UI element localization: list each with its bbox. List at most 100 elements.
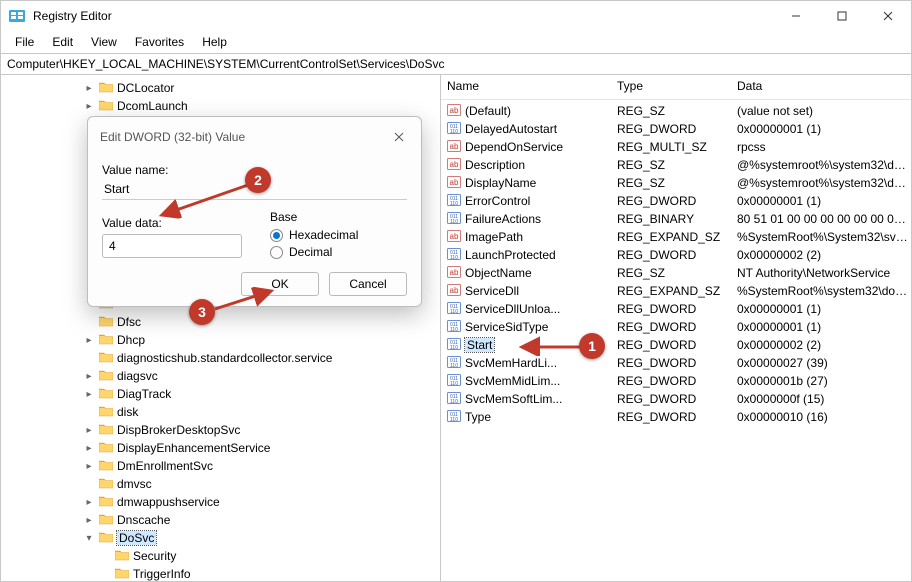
folder-icon	[97, 513, 117, 528]
value-type-icon: 011110	[447, 337, 461, 354]
value-type: REG_SZ	[617, 176, 737, 190]
tree-item[interactable]: ·Security	[1, 547, 440, 565]
value-row[interactable]: 011110TypeREG_DWORD0x00000010 (16)	[447, 408, 911, 426]
value-type-icon: 011110	[447, 373, 461, 390]
tree-item[interactable]: ▸diagsvc	[1, 367, 440, 385]
value-row[interactable]: 011110ErrorControlREG_DWORD0x00000001 (1…	[447, 192, 911, 210]
svg-text:ab: ab	[450, 286, 459, 295]
col-type[interactable]: Type	[617, 79, 737, 93]
tree-item-label: Dnscache	[117, 513, 170, 527]
dialog-close-button[interactable]	[387, 125, 411, 149]
tree-item[interactable]: ▸ DiagTrack	[1, 385, 440, 403]
menu-view[interactable]: View	[83, 33, 125, 51]
value-row[interactable]: abDependOnServiceREG_MULTI_SZrpcss	[447, 138, 911, 156]
tree-item[interactable]: ·TriggerInfo	[1, 565, 440, 581]
tree-item[interactable]: ·dmvsc	[1, 475, 440, 493]
callout-1: 1	[579, 333, 605, 359]
tree-item[interactable]: ·Dfsc	[1, 313, 440, 331]
chevron-right-icon[interactable]: ▸	[81, 497, 97, 508]
chevron-right-icon[interactable]: ▸	[81, 515, 97, 526]
value-row[interactable]: abDisplayNameREG_SZ@%systemroot%\system3…	[447, 174, 911, 192]
tree-item[interactable]: ▾ DoSvc	[1, 529, 440, 547]
value-row[interactable]: abImagePathREG_EXPAND_SZ%SystemRoot%\Sys…	[447, 228, 911, 246]
svg-text:110: 110	[450, 255, 458, 261]
value-type-icon: ab	[447, 175, 461, 192]
tree-item-label: DoSvc	[117, 531, 156, 545]
chevron-right-icon[interactable]: ▸	[81, 443, 97, 454]
chevron-right-icon[interactable]: ▸	[81, 371, 97, 382]
callout-3: 3	[189, 299, 215, 325]
value-type-icon: 011110	[447, 409, 461, 426]
chevron-right-icon[interactable]: ▸	[81, 425, 97, 436]
value-name: SvcMemMidLim...	[465, 374, 560, 388]
tree-item[interactable]: ▸dmwappushservice	[1, 493, 440, 511]
value-data: 0x00000001 (1)	[737, 302, 911, 316]
col-data[interactable]: Data	[737, 79, 905, 93]
value-type: REG_SZ	[617, 266, 737, 280]
menu-help[interactable]: Help	[194, 33, 235, 51]
svg-text:110: 110	[450, 219, 458, 225]
base-group: Base Hexadecimal Decimal	[270, 210, 407, 262]
folder-icon	[97, 99, 117, 114]
chevron-right-icon[interactable]: ▸	[81, 461, 97, 472]
value-row[interactable]: abServiceDllREG_EXPAND_SZ%SystemRoot%\sy…	[447, 282, 911, 300]
value-row[interactable]: abObjectNameREG_SZNT Authority\NetworkSe…	[447, 264, 911, 282]
value-data: 0x0000000f (15)	[737, 392, 911, 406]
value-data: 0x00000002 (2)	[737, 248, 911, 262]
value-type: REG_DWORD	[617, 392, 737, 406]
col-name[interactable]: Name	[447, 79, 617, 93]
tree-item[interactable]: ·disk	[1, 403, 440, 421]
chevron-right-icon[interactable]: ▸	[81, 389, 97, 400]
tree-item[interactable]: ▸Dhcp	[1, 331, 440, 349]
tree-item-label: Dfsc	[117, 315, 141, 329]
chevron-right-icon[interactable]: ▸	[81, 335, 97, 346]
chevron-right-icon[interactable]: ▸	[81, 101, 97, 112]
value-row[interactable]: 011110FailureActionsREG_BINARY80 51 01 0…	[447, 210, 911, 228]
value-row[interactable]: abDescriptionREG_SZ@%systemroot%\system3…	[447, 156, 911, 174]
tree-item[interactable]: ▸ Dnscache	[1, 511, 440, 529]
folder-icon	[113, 567, 133, 582]
radio-hexadecimal[interactable]: Hexadecimal	[270, 228, 407, 242]
svg-text:ab: ab	[450, 160, 459, 169]
tree-item[interactable]: ▸ DCLocator	[1, 79, 440, 97]
cancel-button[interactable]: Cancel	[329, 272, 407, 296]
value-row[interactable]: 011110SvcMemMidLim...REG_DWORD0x0000001b…	[447, 372, 911, 390]
list-header[interactable]: Name Type Data	[441, 75, 911, 100]
radio-decimal[interactable]: Decimal	[270, 245, 407, 259]
value-row[interactable]: 011110LaunchProtectedREG_DWORD0x00000002…	[447, 246, 911, 264]
menu-favorites[interactable]: Favorites	[127, 33, 192, 51]
address-bar[interactable]: Computer\HKEY_LOCAL_MACHINE\SYSTEM\Curre…	[1, 53, 911, 75]
folder-icon	[97, 81, 117, 96]
tree-item[interactable]: ▸DcomLaunch	[1, 97, 440, 115]
value-list[interactable]: Name Type Data ab(Default)REG_SZ(value n…	[441, 75, 911, 581]
tree-item[interactable]: ▸DisplayEnhancementService	[1, 439, 440, 457]
maximize-button[interactable]	[819, 1, 865, 31]
value-row[interactable]: 011110ServiceDllUnloa...REG_DWORD0x00000…	[447, 300, 911, 318]
value-type: REG_MULTI_SZ	[617, 140, 737, 154]
value-type: REG_DWORD	[617, 320, 737, 334]
tree-item-label: DCLocator	[117, 81, 174, 95]
value-data: 0x00000001 (1)	[737, 122, 911, 136]
value-data: (value not set)	[737, 104, 911, 118]
tree-item-label: DiagTrack	[117, 387, 171, 401]
value-row[interactable]: 011110ServiceSidTypeREG_DWORD0x00000001 …	[447, 318, 911, 336]
tree-item[interactable]: ·diagnosticshub.standardcollector.servic…	[1, 349, 440, 367]
value-data-input[interactable]	[102, 234, 242, 258]
value-data: 0x00000001 (1)	[737, 194, 911, 208]
chevron-down-icon[interactable]: ▾	[81, 533, 97, 544]
value-row[interactable]: 011110DelayedAutostartREG_DWORD0x0000000…	[447, 120, 911, 138]
minimize-button[interactable]	[773, 1, 819, 31]
value-type: REG_DWORD	[617, 338, 737, 352]
folder-icon	[97, 369, 117, 384]
tree-item-label: DispBrokerDesktopSvc	[117, 423, 240, 437]
radio-dot-icon	[270, 229, 283, 242]
value-row[interactable]: ab(Default)REG_SZ(value not set)	[447, 102, 911, 120]
menu-file[interactable]: File	[7, 33, 42, 51]
chevron-right-icon[interactable]: ▸	[81, 83, 97, 94]
radio-dec-label: Decimal	[289, 245, 332, 259]
close-button[interactable]	[865, 1, 911, 31]
menu-edit[interactable]: Edit	[44, 33, 81, 51]
value-row[interactable]: 011110SvcMemSoftLim...REG_DWORD0x0000000…	[447, 390, 911, 408]
tree-item[interactable]: ▸DmEnrollmentSvc	[1, 457, 440, 475]
tree-item[interactable]: ▸ DispBrokerDesktopSvc	[1, 421, 440, 439]
